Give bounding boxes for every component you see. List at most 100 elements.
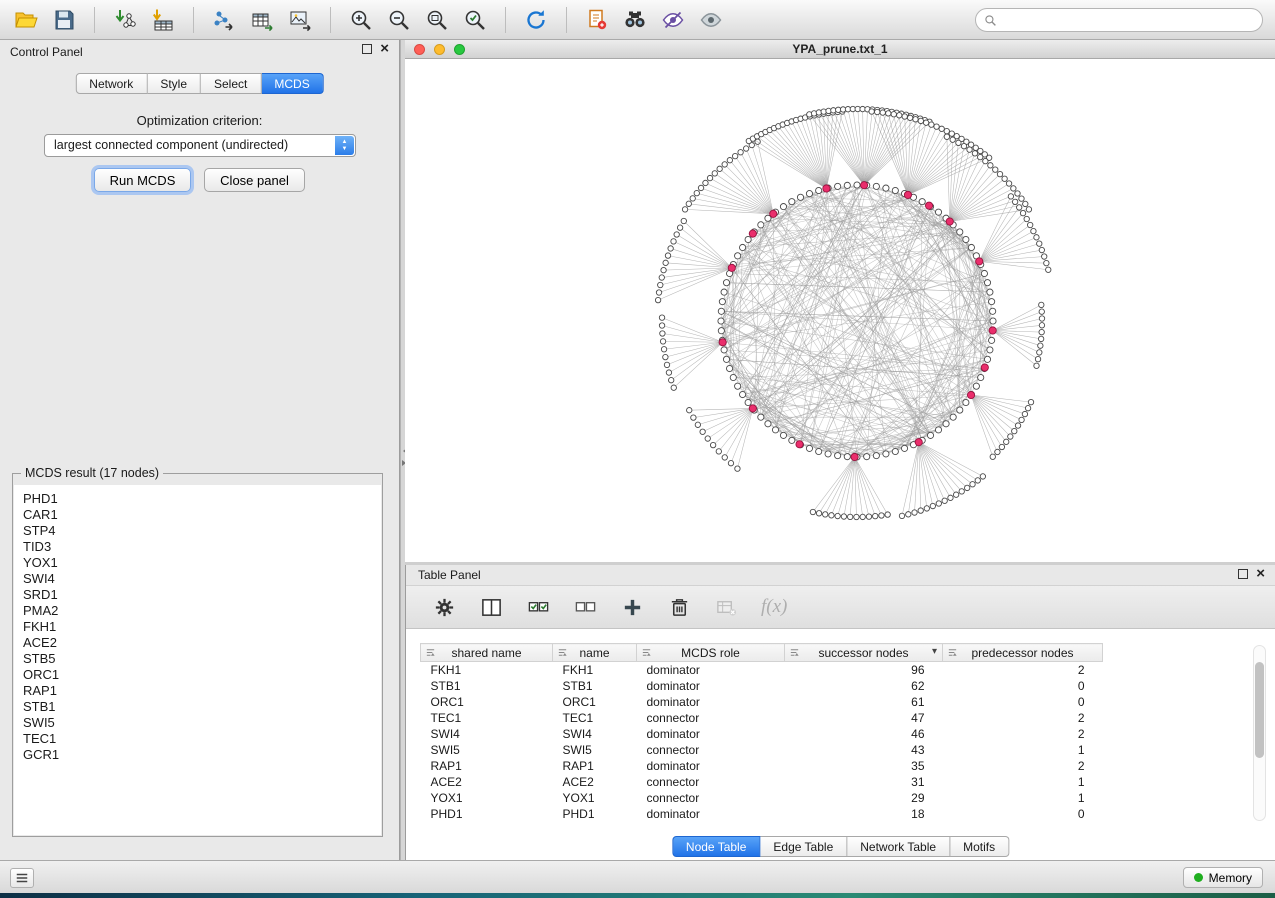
chevron-down-icon[interactable]: ▾ — [932, 646, 937, 657]
criterion-select[interactable]: largest connected component (undirected)… — [44, 134, 356, 157]
tab-mcds[interactable]: MCDS — [261, 73, 323, 94]
binoculars-icon — [623, 8, 647, 32]
add-column-button[interactable] — [616, 591, 648, 623]
column-header-shared-name[interactable]: shared name — [421, 644, 553, 662]
zoom-selected-button[interactable] — [459, 4, 491, 36]
run-mcds-button[interactable]: Run MCDS — [94, 168, 191, 192]
cell-name: SWI4 — [553, 726, 637, 742]
clone-network-button[interactable] — [581, 4, 613, 36]
table-row[interactable]: ACE2ACE2connector311 — [421, 774, 1103, 790]
float-panel-icon[interactable] — [1238, 569, 1248, 579]
import-table-button[interactable] — [147, 4, 179, 36]
cell-predecessor-nodes: 2 — [943, 710, 1103, 726]
panel-menu-button[interactable] — [10, 868, 34, 888]
table-row[interactable]: SWI4SWI4dominator462 — [421, 726, 1103, 742]
hide-panels-button[interactable] — [657, 4, 689, 36]
table-row[interactable]: PHD1PHD1dominator180 — [421, 806, 1103, 822]
cell-name: TEC1 — [553, 710, 637, 726]
table-settings-button[interactable] — [428, 591, 460, 623]
table-row[interactable]: YOX1YOX1connector291 — [421, 790, 1103, 806]
floppy-disk-icon — [52, 8, 76, 32]
search-box — [975, 8, 1263, 32]
table-export-icon — [250, 8, 274, 32]
table-row[interactable]: ORC1ORC1dominator610 — [421, 694, 1103, 710]
close-panel-icon[interactable]: × — [380, 44, 389, 54]
open-session-button[interactable] — [10, 4, 42, 36]
float-panel-icon[interactable] — [362, 44, 372, 54]
result-node-item[interactable]: ACE2 — [23, 635, 381, 651]
close-panel-button[interactable]: Close panel — [204, 168, 305, 192]
tab-network-table[interactable]: Network Table — [847, 836, 950, 857]
sort-icon — [641, 647, 652, 661]
show-panel-button[interactable] — [695, 4, 727, 36]
result-node-item[interactable]: SWI4 — [23, 571, 381, 587]
control-panel-tabs: NetworkStyleSelectMCDS — [75, 73, 323, 94]
export-image-button[interactable] — [284, 4, 316, 36]
network-canvas[interactable] — [405, 59, 1275, 562]
result-node-item[interactable]: CAR1 — [23, 507, 381, 523]
result-node-item[interactable]: ORC1 — [23, 667, 381, 683]
table-scrollbar[interactable] — [1253, 645, 1266, 821]
cell-mcds-role: dominator — [637, 694, 785, 710]
cell-name: SWI5 — [553, 742, 637, 758]
show-columns-button[interactable] — [475, 591, 507, 623]
memory-button[interactable]: Memory — [1183, 867, 1263, 888]
column-header-MCDS-role[interactable]: MCDS role — [637, 644, 785, 662]
network-window-title: YPA_prune.txt_1 — [405, 42, 1275, 56]
result-node-item[interactable]: SRD1 — [23, 587, 381, 603]
search-input[interactable] — [1002, 13, 1262, 27]
result-node-item[interactable]: PMA2 — [23, 603, 381, 619]
sort-icon — [947, 647, 958, 661]
result-node-item[interactable]: PHD1 — [23, 491, 381, 507]
tab-network[interactable]: Network — [75, 73, 147, 94]
tab-select[interactable]: Select — [201, 73, 261, 94]
result-node-item[interactable]: STB5 — [23, 651, 381, 667]
result-node-item[interactable]: STB1 — [23, 699, 381, 715]
control-panel: Control Panel × NetworkStyleSelectMCDS O… — [0, 40, 400, 860]
zoom-out-button[interactable] — [383, 4, 415, 36]
column-header-predecessor-nodes[interactable]: predecessor nodes — [943, 644, 1103, 662]
network-window-titlebar[interactable]: YPA_prune.txt_1 — [405, 40, 1275, 59]
export-network-button[interactable] — [208, 4, 240, 36]
find-button[interactable] — [619, 4, 651, 36]
cell-predecessor-nodes: 1 — [943, 790, 1103, 806]
tab-node-table[interactable]: Node Table — [672, 836, 761, 857]
result-node-item[interactable]: FKH1 — [23, 619, 381, 635]
result-node-item[interactable]: RAP1 — [23, 683, 381, 699]
sort-icon — [557, 647, 568, 661]
search-icon — [984, 14, 997, 27]
result-node-item[interactable]: STP4 — [23, 523, 381, 539]
result-node-item[interactable]: YOX1 — [23, 555, 381, 571]
tab-edge-table[interactable]: Edge Table — [760, 836, 847, 857]
table-row[interactable]: TEC1TEC1connector472 — [421, 710, 1103, 726]
cell-predecessor-nodes: 0 — [943, 678, 1103, 694]
table-row[interactable]: STB1STB1dominator620 — [421, 678, 1103, 694]
table-row[interactable]: FKH1FKH1dominator962 — [421, 662, 1103, 679]
refresh-view-button[interactable] — [520, 4, 552, 36]
result-node-item[interactable]: TEC1 — [23, 731, 381, 747]
cell-successor-nodes: 31 — [785, 774, 943, 790]
cell-mcds-role: connector — [637, 790, 785, 806]
result-node-item[interactable]: TID3 — [23, 539, 381, 555]
column-header-successor-nodes[interactable]: successor nodes▾ — [785, 644, 943, 662]
tab-motifs[interactable]: Motifs — [950, 836, 1009, 857]
close-panel-icon[interactable]: × — [1256, 569, 1265, 579]
scrollbar-thumb[interactable] — [1255, 662, 1264, 758]
delete-column-button[interactable] — [663, 591, 695, 623]
import-network-button[interactable] — [109, 4, 141, 36]
save-session-button[interactable] — [48, 4, 80, 36]
export-table-button[interactable] — [246, 4, 278, 36]
table-row[interactable]: SWI5SWI5connector431 — [421, 742, 1103, 758]
select-all-button[interactable] — [522, 591, 554, 623]
column-header-name[interactable]: name — [553, 644, 637, 662]
deselect-all-button[interactable] — [569, 591, 601, 623]
cell-name: YOX1 — [553, 790, 637, 806]
result-node-item[interactable]: SWI5 — [23, 715, 381, 731]
table-row[interactable]: RAP1RAP1dominator352 — [421, 758, 1103, 774]
result-node-item[interactable]: GCR1 — [23, 747, 381, 763]
zoom-out-icon — [387, 8, 411, 32]
zoom-in-button[interactable] — [345, 4, 377, 36]
cell-mcds-role: dominator — [637, 758, 785, 774]
tab-style[interactable]: Style — [147, 73, 201, 94]
zoom-fit-button[interactable] — [421, 4, 453, 36]
